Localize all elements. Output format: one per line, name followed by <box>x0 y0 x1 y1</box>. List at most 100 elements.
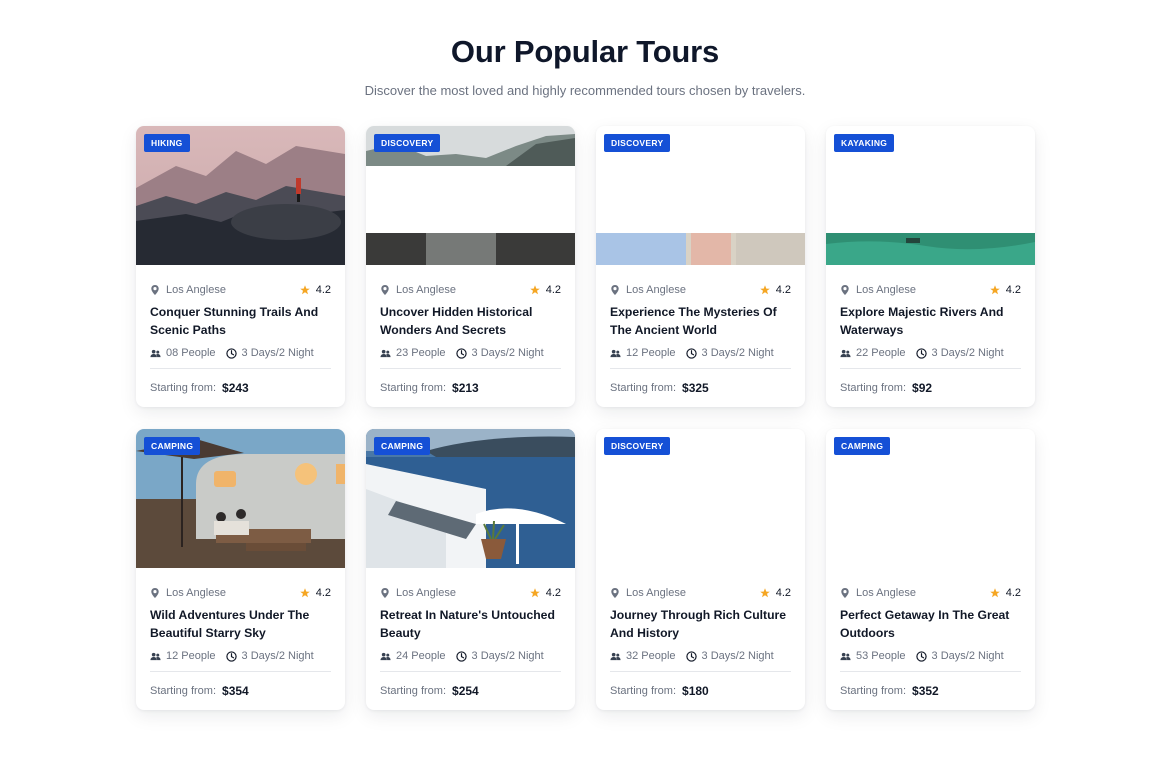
tour-rating: 4.2 <box>299 284 331 296</box>
location-label: Los Anglese <box>396 284 456 296</box>
tour-title[interactable]: Journey Through Rich Culture And History <box>610 606 791 642</box>
map-pin-icon <box>150 588 160 598</box>
location-label: Los Anglese <box>396 587 456 599</box>
tour-image[interactable]: CAMPING <box>826 429 1035 568</box>
tour-card[interactable]: DISCOVERY Los Anglese 4.2 <box>366 126 575 407</box>
star-icon <box>529 285 540 295</box>
tour-duration: 3 Days/2 Night <box>915 347 1004 359</box>
tour-title[interactable]: Perfect Getaway In The Great Outdoors <box>840 606 1021 642</box>
tour-price: Starting from: $92 <box>840 381 1021 395</box>
tour-price: Starting from: $180 <box>610 684 791 698</box>
tours-grid: HIKING Los Anglese 4.2 Conquer Stunning … <box>136 126 1036 710</box>
people-count: 53 People <box>856 650 906 662</box>
price-value: $325 <box>682 381 709 395</box>
tour-duration: 3 Days/2 Night <box>685 650 774 662</box>
card-divider <box>610 671 791 672</box>
price-label: Starting from: <box>150 382 217 394</box>
tour-image[interactable]: DISCOVERY <box>596 126 805 265</box>
people-icon <box>840 348 851 359</box>
clock-icon <box>455 650 467 662</box>
tour-title[interactable]: Retreat In Nature's Untouched Beauty <box>380 606 561 642</box>
tour-rating: 4.2 <box>529 284 561 296</box>
tour-price: Starting from: $325 <box>610 381 791 395</box>
map-pin-icon <box>610 588 620 598</box>
rating-value: 4.2 <box>1005 587 1021 599</box>
tour-price: Starting from: $254 <box>380 684 561 698</box>
tour-duration: 3 Days/2 Night <box>225 650 314 662</box>
tour-title[interactable]: Wild Adventures Under The Beautiful Star… <box>150 606 331 642</box>
tour-image[interactable]: HIKING <box>136 126 345 265</box>
location-label: Los Anglese <box>856 284 916 296</box>
tour-location: Los Anglese <box>840 284 916 296</box>
price-value: $92 <box>912 381 933 395</box>
tour-location: Los Anglese <box>380 587 456 599</box>
tour-price: Starting from: $354 <box>150 684 331 698</box>
price-value: $213 <box>452 381 479 395</box>
tour-card[interactable]: CAMPING Los Anglese 4.2 <box>136 429 345 710</box>
map-pin-icon <box>380 588 390 598</box>
tour-image[interactable]: DISCOVERY <box>596 429 805 568</box>
tour-card[interactable]: DISCOVERY Los Anglese 4.2 <box>596 429 805 710</box>
section-subtitle: Discover the most loved and highly recom… <box>364 83 806 98</box>
tour-location: Los Anglese <box>610 284 686 296</box>
people-icon <box>840 651 851 662</box>
tour-title[interactable]: Explore Majestic Rivers And Waterways <box>840 303 1021 339</box>
tour-category-badge: CAMPING <box>144 437 201 455</box>
tour-people: 08 People <box>150 347 216 359</box>
clock-icon <box>685 347 697 359</box>
tour-image[interactable]: KAYAKING <box>826 126 1035 265</box>
map-pin-icon <box>840 588 850 598</box>
tour-rating: 4.2 <box>759 587 791 599</box>
card-divider <box>150 368 331 369</box>
location-label: Los Anglese <box>166 587 226 599</box>
location-label: Los Anglese <box>166 284 226 296</box>
people-icon <box>150 348 161 359</box>
tour-image[interactable]: CAMPING <box>366 429 575 568</box>
tour-card[interactable]: CAMPING Los Anglese 4.2 <box>826 429 1035 710</box>
tour-card[interactable]: CAMPING Los Anglese 4.2 <box>366 429 575 710</box>
tour-people: 24 People <box>380 650 446 662</box>
tour-people: 12 People <box>150 650 216 662</box>
duration-label: 3 Days/2 Night <box>701 347 774 359</box>
clock-icon <box>225 650 237 662</box>
tour-duration: 3 Days/2 Night <box>685 347 774 359</box>
people-icon <box>150 651 161 662</box>
duration-label: 3 Days/2 Night <box>241 650 314 662</box>
people-count: 08 People <box>166 347 216 359</box>
star-icon <box>989 285 1000 295</box>
star-icon <box>989 588 1000 598</box>
tour-people: 23 People <box>380 347 446 359</box>
tour-rating: 4.2 <box>529 587 561 599</box>
clock-icon <box>455 347 467 359</box>
tour-title[interactable]: Uncover Hidden Historical Wonders And Se… <box>380 303 561 339</box>
people-icon <box>380 348 391 359</box>
tour-card[interactable]: KAYAKING Los Anglese 4.2 Explore Majesti… <box>826 126 1035 407</box>
people-icon <box>380 651 391 662</box>
tour-location: Los Anglese <box>610 587 686 599</box>
tour-title[interactable]: Conquer Stunning Trails And Scenic Paths <box>150 303 331 339</box>
price-value: $352 <box>912 684 939 698</box>
map-pin-icon <box>610 285 620 295</box>
price-label: Starting from: <box>610 382 677 394</box>
tour-category-badge: KAYAKING <box>834 134 895 152</box>
tour-category-badge: CAMPING <box>834 437 891 455</box>
tour-card[interactable]: DISCOVERY Los Anglese 4.2 <box>596 126 805 407</box>
clock-icon <box>225 347 237 359</box>
tour-title[interactable]: Experience The Mysteries Of The Ancient … <box>610 303 791 339</box>
tour-image[interactable]: DISCOVERY <box>366 126 575 265</box>
people-count: 23 People <box>396 347 446 359</box>
clock-icon <box>685 650 697 662</box>
price-label: Starting from: <box>840 382 907 394</box>
map-pin-icon <box>150 285 160 295</box>
price-label: Starting from: <box>380 382 447 394</box>
tour-card[interactable]: HIKING Los Anglese 4.2 Conquer Stunning … <box>136 126 345 407</box>
tour-duration: 3 Days/2 Night <box>225 347 314 359</box>
tour-people: 12 People <box>610 347 676 359</box>
star-icon <box>299 588 310 598</box>
card-divider <box>610 368 791 369</box>
tour-image[interactable]: CAMPING <box>136 429 345 568</box>
location-label: Los Anglese <box>626 587 686 599</box>
price-value: $180 <box>682 684 709 698</box>
tour-people: 22 People <box>840 347 906 359</box>
rating-value: 4.2 <box>315 587 331 599</box>
